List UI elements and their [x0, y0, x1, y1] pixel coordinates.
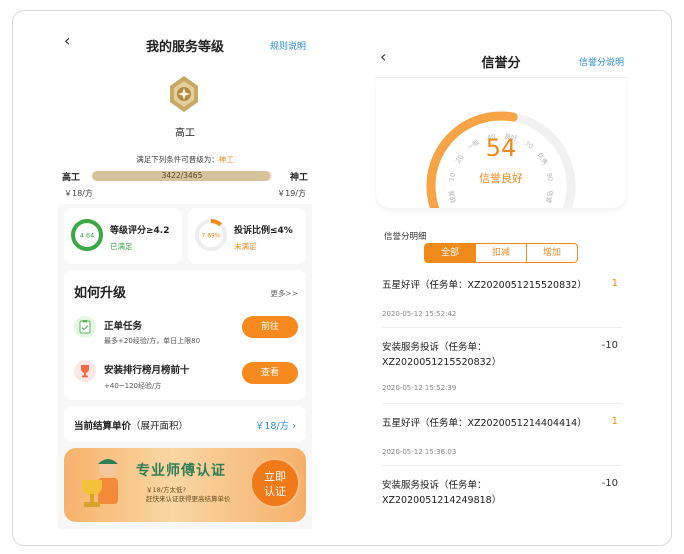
- upgrade-prefix: 满足下列条件可晋级为：: [136, 155, 219, 164]
- filter-tabs: 全部 扣减 增加: [424, 243, 578, 263]
- task-desc: 最多+20经验/方，单日上限80: [104, 337, 201, 345]
- rules-link[interactable]: 规则说明: [270, 39, 306, 52]
- credit-help-link[interactable]: 信誉分说明: [579, 55, 624, 68]
- record-title: 五星好评（任务单：XZ2020051214404414）: [382, 418, 587, 429]
- record-title: 安装服务投诉（任务单：XZ2020051214249818）: [382, 480, 502, 506]
- certification-banner[interactable]: 专业师傅认证 ￥18/方太低? 赶快来认证获得更高结算单价 立即 认证: [64, 448, 306, 522]
- certify-now-button[interactable]: 立即 认证: [250, 458, 300, 508]
- price-next: ￥19/方: [277, 189, 306, 198]
- criteria-status: 已满足: [110, 242, 133, 251]
- complaint-ring-value: 7.69%: [201, 233, 220, 240]
- level-progress: 高工 3422/3465 神工: [62, 169, 308, 183]
- task-name: 安装排行榜月榜前十: [104, 365, 190, 376]
- progress-bar: 3422/3465: [92, 171, 272, 181]
- service-level-screen: ‹ 我的服务等级 规则说明 高工 满足下列条件可晋级为：神工 高工 3422/3…: [58, 24, 312, 529]
- progress-to-level: 神工: [289, 173, 308, 183]
- record-value: -10: [601, 340, 618, 351]
- view-button[interactable]: 查看: [242, 362, 298, 384]
- criteria-title: 投诉比例≤4%: [234, 226, 293, 236]
- record-time: 2020-05-12 15:36:03: [382, 448, 457, 456]
- complaint-ring: 7.69%: [195, 219, 227, 251]
- task-name: 正单任务: [104, 321, 143, 332]
- record-time: 2020-05-12 15:52:39: [382, 384, 457, 392]
- record-item[interactable]: 五星好评（任务单：XZ2020051215520832） 1 2020-05-1…: [382, 278, 622, 328]
- upgrade-condition: 满足下列条件可晋级为：神工: [58, 154, 312, 165]
- price-current: ￥18/方: [64, 189, 93, 198]
- tab-add[interactable]: 增加: [527, 244, 577, 262]
- rating-ring-value: 4.64: [80, 232, 94, 240]
- criteria-status: 未满足: [234, 242, 257, 251]
- certify-btn-line1: 立即: [264, 470, 286, 483]
- how-to-upgrade-card: 如何升级 更多>> 正单任务 最多+20经验/方，单日上限80 前往 安装排行榜…: [64, 270, 306, 400]
- gauge-scale-label: 信誉: [544, 189, 556, 204]
- banner-title: 专业师傅认证: [136, 463, 226, 479]
- more-link[interactable]: 更多>>: [270, 288, 298, 299]
- credit-score-screen: ‹ 信誉分 信誉分说明 0较差1020一般40良好70优秀90信誉100 54 …: [374, 40, 628, 512]
- record-item[interactable]: 五星好评（任务单：XZ2020051214404414） 1 2020-05-1…: [382, 416, 622, 466]
- trophy-icon: [74, 360, 96, 382]
- settle-label-main: 当前结算单价: [74, 421, 132, 432]
- header-bar: ‹ 我的服务等级 规则说明: [58, 24, 312, 62]
- record-title: 五星好评（任务单：XZ2020051215520832）: [382, 280, 587, 291]
- header-bar: ‹ 信誉分 信誉分说明: [374, 40, 628, 78]
- record-value: 1: [611, 278, 618, 289]
- level-badge-icon: [170, 76, 198, 112]
- upgrade-target: 神工: [218, 155, 234, 164]
- gauge-scale-label: 较差: [446, 189, 458, 204]
- rating-ring: 4.64: [71, 219, 103, 251]
- progress-from-level: 高工: [62, 173, 81, 183]
- settle-value: ￥18/方 ›: [254, 421, 296, 432]
- gauge-progress: [426, 111, 518, 208]
- banner-subtitle: ￥18/方太低? 赶快来认证获得更高结算单价: [146, 486, 246, 504]
- criteria-card-complaint[interactable]: 7.69% 投诉比例≤4% 未满足: [188, 208, 306, 264]
- level-panel: 高工 满足下列条件可晋级为：神工 高工 3422/3465 神工 ￥18/方 ￥…: [58, 62, 312, 204]
- progress-text: 3422/3465: [161, 171, 203, 180]
- record-time: 2020-05-12 15:52:42: [382, 310, 457, 318]
- certify-btn-line2: 认证: [264, 485, 286, 498]
- record-item[interactable]: 安装服务投诉（任务单：XZ2020051215520832） -10 2020-…: [382, 340, 622, 404]
- record-value: -10: [601, 478, 618, 489]
- worker-trophy-illustration-icon: [82, 459, 118, 507]
- banner-subtitle-line1: ￥18/方太低?: [146, 486, 186, 494]
- record-value: 1: [611, 416, 618, 427]
- how-to-upgrade-title: 如何升级: [74, 286, 127, 301]
- credit-score-label: 信誉良好: [479, 172, 523, 185]
- criteria-card-rating[interactable]: 4.64 等级评分≥4.2 已满足: [64, 208, 182, 264]
- gauge-scale-label: 100: [535, 207, 549, 208]
- settle-label: 当前结算单价（展开面积）: [74, 418, 188, 432]
- record-title: 安装服务投诉（任务单：XZ2020051215520832）: [382, 342, 502, 368]
- tab-deduct[interactable]: 扣减: [476, 244, 527, 262]
- credit-score-value: 54: [485, 134, 517, 162]
- tab-all[interactable]: 全部: [425, 244, 476, 262]
- go-button[interactable]: 前往: [242, 316, 298, 338]
- task-desc: +40~120经验/方: [104, 382, 162, 390]
- task-clipboard-icon: [74, 316, 96, 338]
- detail-section-label: 信誉分明细: [384, 232, 427, 242]
- settle-label-note: （展开面积）: [131, 421, 189, 432]
- record-item[interactable]: 安装服务投诉（任务单：XZ2020051214249818） -10: [382, 478, 622, 512]
- settle-price-row[interactable]: 当前结算单价（展开面积） ￥18/方 ›: [64, 406, 306, 442]
- banner-subtitle-line2: 赶快来认证获得更高结算单价: [146, 495, 231, 503]
- criteria-title: 等级评分≥4.2: [110, 226, 170, 236]
- current-level-name: 高工: [175, 128, 195, 139]
